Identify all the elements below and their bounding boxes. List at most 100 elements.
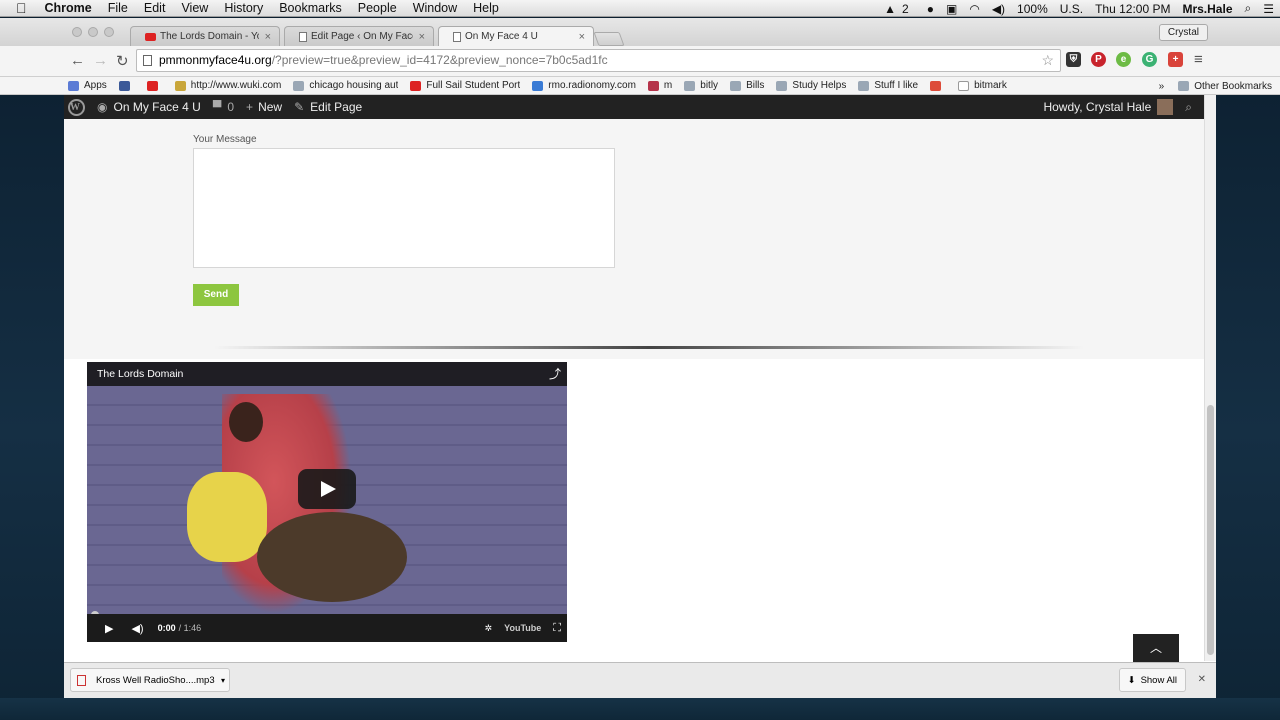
battery-percent[interactable]: 100%	[1011, 2, 1054, 16]
thumbnail-yellow-fabric	[187, 472, 267, 562]
bookmark-m[interactable]: m	[647, 80, 672, 91]
other-bookmarks[interactable]: Other Bookmarks	[1178, 81, 1272, 92]
howdy-user-link[interactable]: Howdy, Crystal Hale	[1043, 100, 1151, 114]
close-tab-icon[interactable]: ×	[265, 31, 271, 43]
user-name[interactable]: Mrs.Hale	[1176, 2, 1238, 16]
menu-help[interactable]: Help	[465, 0, 507, 17]
page-scrollbar[interactable]	[1204, 95, 1216, 661]
download-shelf: Kross Well RadioSho....mp3 ▾ ⬇ Show All ✕	[64, 662, 1216, 698]
bookmark-star-icon[interactable]: ☆	[1041, 50, 1054, 71]
menu-window[interactable]: Window	[405, 0, 465, 17]
app-menu-chrome[interactable]: Chrome	[37, 0, 100, 17]
comments-link[interactable]: ▀ 0	[213, 100, 234, 114]
bookmarks-overflow: » Other Bookmarks	[1159, 77, 1272, 94]
menu-people[interactable]: People	[350, 0, 405, 17]
scrollbar-thumb[interactable]	[1207, 405, 1214, 655]
send-button[interactable]: Send	[193, 284, 239, 306]
wordpress-logo-icon[interactable]: W	[68, 98, 85, 116]
bookmark-bills[interactable]: Bills	[730, 80, 764, 91]
tab-preview[interactable]: On My Face 4 U ×	[438, 26, 594, 46]
fullscreen-icon[interactable]: ⛶	[553, 622, 561, 635]
bookmark-google-plus[interactable]	[930, 80, 946, 91]
menu-edit[interactable]: Edit	[136, 0, 174, 17]
menu-file[interactable]: File	[100, 0, 136, 17]
bookmark-bitmark[interactable]: bitmark	[958, 80, 1007, 91]
input-source[interactable]: U.S.	[1054, 2, 1089, 16]
show-all-downloads-button[interactable]: ⬇ Show All	[1118, 668, 1186, 692]
reload-icon[interactable]: ↻	[116, 52, 129, 70]
bookmark-chicago-housing[interactable]: chicago housing aut	[293, 80, 398, 91]
evernote-icon[interactable]: e	[1116, 52, 1131, 67]
bookmark-study-helps[interactable]: Study Helps	[776, 80, 846, 91]
bookmark-youtube[interactable]	[146, 80, 163, 91]
play-button[interactable]	[298, 469, 356, 509]
new-content-link[interactable]: + New	[246, 100, 282, 114]
bookmark-wuki[interactable]: http://www.wuki.com	[174, 80, 281, 91]
adobe-icon[interactable]: ▲ 2	[878, 2, 921, 16]
download-item[interactable]: Kross Well RadioSho....mp3 ▾	[70, 668, 230, 692]
close-tab-icon[interactable]: ×	[579, 31, 585, 43]
chrome-menu-icon[interactable]: ≡	[1194, 51, 1203, 68]
thumbnail-head	[229, 402, 263, 442]
volume-icon[interactable]: ◀)	[131, 622, 143, 635]
bookmark-full-sail[interactable]: Full Sail Student Port	[410, 80, 520, 91]
site-name-link[interactable]: ◉ On My Face 4 U	[97, 100, 201, 114]
wp-account-area: Howdy, Crystal Hale ⌕	[1043, 95, 1192, 119]
scroll-to-top-button[interactable]: ︿	[1133, 634, 1179, 662]
video-duration: / 1:46	[178, 623, 202, 633]
profile-button[interactable]: Crystal	[1158, 24, 1208, 41]
bookmark-bitly[interactable]: bitly	[684, 80, 718, 91]
download-menu-arrow-icon[interactable]: ▾	[221, 676, 225, 685]
bookmark-facebook[interactable]	[118, 80, 135, 91]
search-icon[interactable]: ⌕	[1185, 100, 1192, 115]
zoom-window-button[interactable]	[104, 27, 114, 37]
close-window-button[interactable]	[72, 27, 82, 37]
extension-icon[interactable]: +	[1168, 52, 1183, 67]
back-arrow-icon[interactable]: ←	[70, 52, 85, 69]
notification-icon[interactable]: ☰	[1257, 2, 1280, 16]
volume-icon[interactable]: ◀)	[986, 2, 1011, 16]
grammarly-icon[interactable]: G	[1142, 52, 1157, 67]
close-tab-icon[interactable]: ×	[419, 31, 425, 43]
adobe-count: 2	[902, 1, 909, 16]
more-bookmarks-chevron-icon[interactable]: »	[1159, 81, 1165, 92]
address-bar[interactable]: pmmonmyface4u.org/?preview=true&preview_…	[136, 49, 1061, 72]
menubar-status-area: ▲ 2 ● ▣ ◠ ◀) 100% U.S. Thu 12:00 PM Mrs.H…	[878, 0, 1280, 17]
bookmark-radionomy[interactable]: rmo.radionomy.com	[532, 80, 636, 91]
user-avatar[interactable]	[1157, 99, 1174, 115]
dropbox-icon[interactable]: ●	[921, 2, 940, 16]
message-textarea[interactable]	[193, 148, 615, 268]
youtube-logo-icon[interactable]: YouTube	[504, 623, 541, 633]
forward-arrow-icon[interactable]: →	[93, 52, 108, 69]
menu-bookmarks[interactable]: Bookmarks	[271, 0, 350, 17]
bookmark-stuff-i-like[interactable]: Stuff I like	[858, 80, 918, 91]
pinterest-icon[interactable]: P	[1091, 52, 1106, 67]
page-favicon-icon	[299, 31, 307, 42]
bookmark-apps[interactable]: Apps	[68, 80, 107, 91]
play-icon[interactable]: ▶	[105, 622, 113, 635]
wifi-icon[interactable]: ◠	[963, 2, 985, 16]
apps-grid-icon	[68, 80, 79, 91]
edit-page-link[interactable]: ✎ Edit Page	[294, 100, 362, 114]
apple-icon[interactable]: 	[0, 0, 37, 17]
new-tab-button[interactable]	[593, 32, 625, 46]
spotlight-icon[interactable]: ⌕	[1239, 1, 1258, 16]
youtube-video-embed[interactable]: The Lords Domain ⤴ ▶ ◀) 0:00 / 1:46 ✲ You…	[87, 362, 567, 642]
new-label: New	[258, 100, 283, 114]
url-path: /?preview=true&preview_id=4172&preview_n…	[271, 53, 608, 67]
minimize-window-button[interactable]	[88, 27, 98, 37]
share-icon[interactable]: ⤴	[549, 362, 561, 386]
menu-view[interactable]: View	[173, 0, 216, 17]
settings-gear-icon[interactable]: ✲	[485, 623, 493, 634]
clock[interactable]: Thu 12:00 PM	[1089, 2, 1176, 16]
bookmark-label: bitmark	[974, 80, 1007, 91]
tab-edit-page[interactable]: Edit Page ‹ On My Face 4 U ×	[284, 26, 434, 46]
tab-youtube[interactable]: The Lords Domain - YouTube ×	[130, 26, 280, 46]
screen-icon[interactable]: ▣	[940, 2, 963, 16]
video-title[interactable]: The Lords Domain	[97, 368, 183, 380]
close-download-shelf-icon[interactable]: ✕	[1198, 674, 1206, 685]
page-content: Your Message Send The Lords Domain ⤴ ▶ ◀)…	[64, 119, 1204, 662]
menu-history[interactable]: History	[216, 0, 271, 17]
window-controls	[72, 27, 114, 37]
shield-extension-icon[interactable]: ⛨	[1066, 52, 1081, 67]
